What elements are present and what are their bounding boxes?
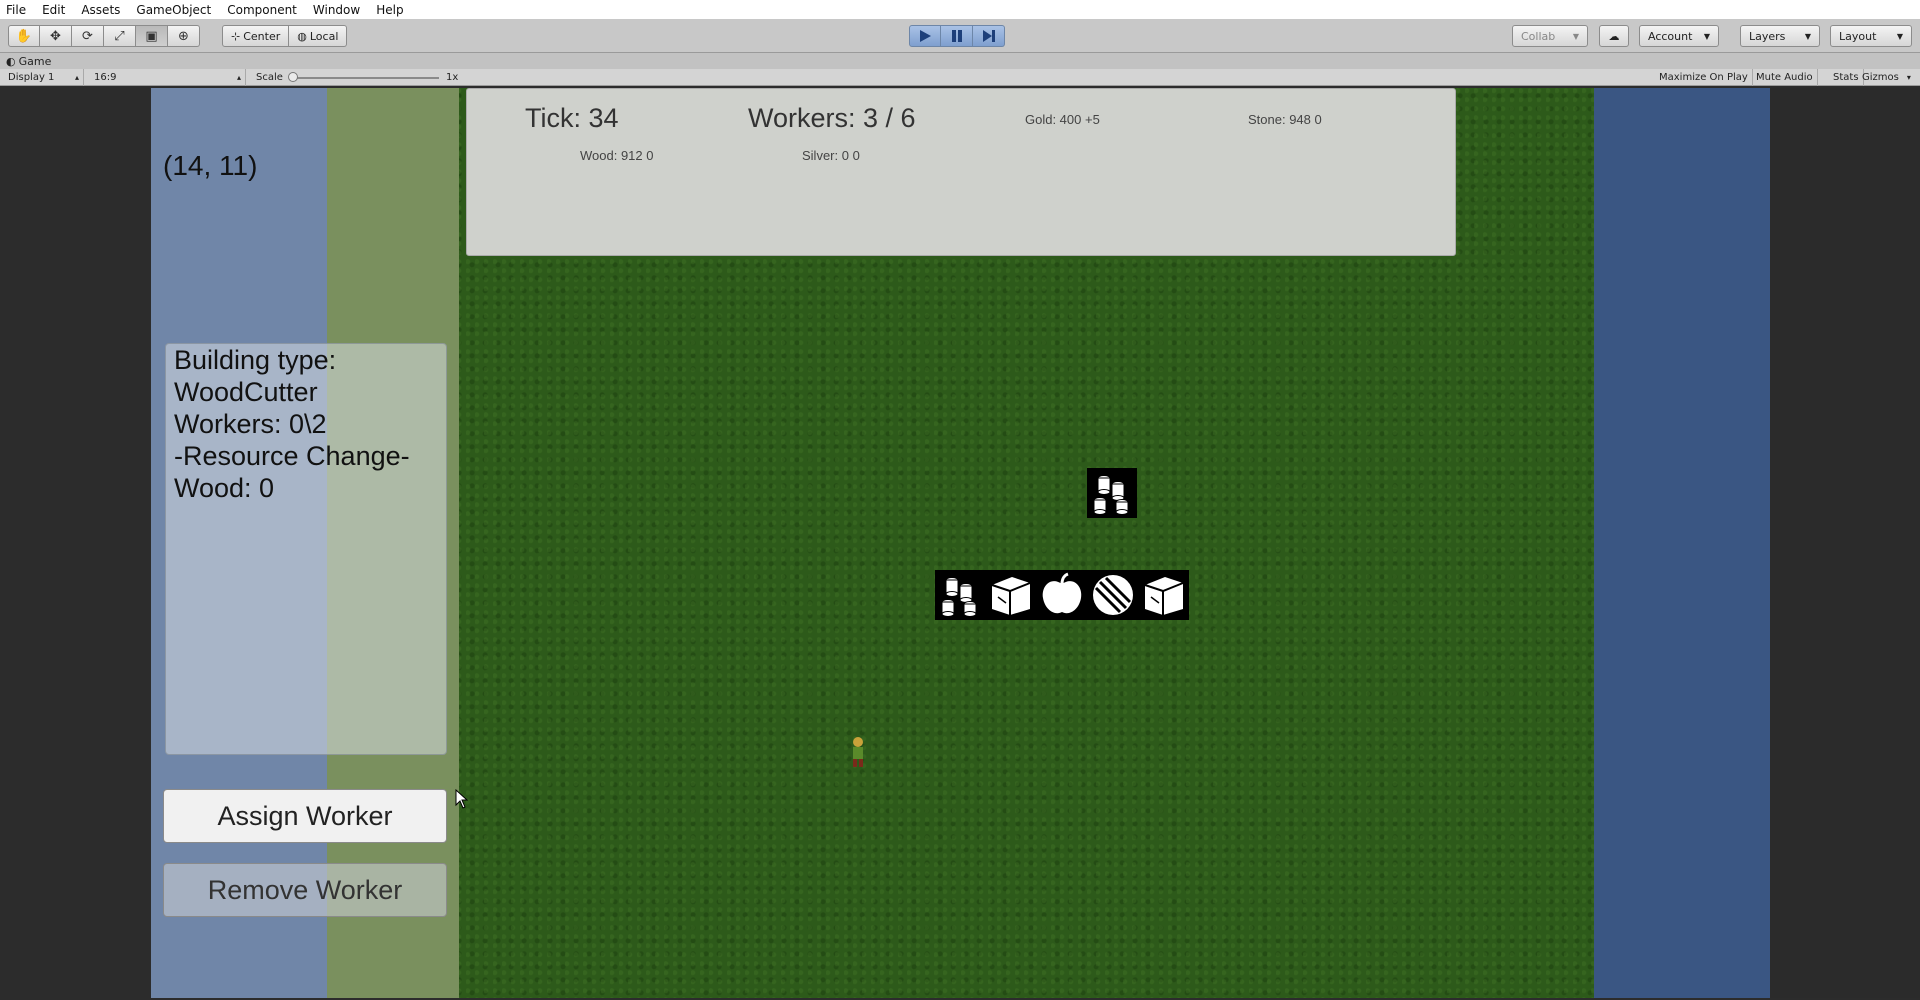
info-line: Wood: 0 <box>174 473 275 503</box>
info-line: WoodCutter <box>174 377 318 407</box>
gizmos-dropdown[interactable]: Gizmos ▾ <box>1858 69 1915 86</box>
account-label: Account <box>1648 29 1693 43</box>
menu-help[interactable]: Help <box>376 3 403 17</box>
menu-component[interactable]: Component <box>227 3 297 17</box>
game-view-toolbar: Display 1 ▴ 16:9 ▴ Scale 1x Maximize On Pl… <box>0 69 1920 86</box>
viewport-margin-right <box>1770 88 1920 998</box>
main-toolbar: ✋ ✥ ⟳ ⤢ ▣ ⊕ ⊹ Center ◍ Local Collab ▼ ☁ Acc… <box>0 19 1920 53</box>
mouse-cursor-icon <box>455 789 469 809</box>
resource-hud: Tick: 34 Workers: 3 / 6 Gold: 400 +5 Sto… <box>466 88 1456 256</box>
layers-dropdown[interactable]: Layers ▼ <box>1740 25 1820 47</box>
chevron-down-icon: ▼ <box>1572 31 1579 41</box>
chevron-down-icon: ▴ <box>74 73 79 82</box>
building-info-panel: Building type: WoodCutter Workers: 0\2 -… <box>165 343 447 755</box>
aspect-dropdown[interactable]: 16:9 ▴ <box>90 69 246 86</box>
game-tab-icon: ◐ <box>6 54 16 68</box>
coins-icon <box>1093 475 1129 515</box>
water-right <box>1594 88 1770 998</box>
play-button[interactable] <box>909 25 941 47</box>
workers-counter: Workers: 3 / 6 <box>748 103 916 133</box>
resource-slot[interactable] <box>937 572 983 618</box>
collab-dropdown[interactable]: Collab ▼ <box>1512 25 1588 47</box>
pivot-center-button[interactable]: ⊹ Center <box>222 25 290 47</box>
ore-icon <box>1092 575 1133 615</box>
transform-tools: ✋ ✥ ⟳ ⤢ ▣ ⊕ <box>8 25 200 47</box>
display-label: Display 1 <box>8 72 55 83</box>
pivot-local-icon: ◍ <box>297 29 307 43</box>
menu-window[interactable]: Window <box>313 3 360 17</box>
cloud-button[interactable]: ☁ <box>1599 25 1629 47</box>
mute-audio-toggle[interactable]: Mute Audio <box>1752 69 1818 86</box>
scale-label: Scale <box>256 72 283 83</box>
resource-slot[interactable] <box>988 572 1034 618</box>
pivot-toggles: ⊹ Center ◍ Local <box>222 25 348 47</box>
building-resource-marker[interactable] <box>1087 468 1137 518</box>
chevron-down-icon: ▼ <box>1896 31 1903 41</box>
tile-coordinate: (14, 11) <box>163 150 258 181</box>
silver-counter: Silver: 0 0 <box>802 148 860 163</box>
gold-counter: Gold: 400 +5 <box>1025 112 1100 127</box>
info-line: Building type: <box>174 345 337 375</box>
rotate-tool-icon[interactable]: ⟳ <box>72 25 104 47</box>
worker-sprite[interactable] <box>848 735 868 771</box>
apple-icon <box>1042 572 1082 614</box>
info-line: -Resource Change- <box>174 441 410 471</box>
resource-slot[interactable] <box>1090 572 1136 618</box>
cloud-icon: ☁ <box>1608 29 1620 43</box>
info-line: Workers: 0\2 <box>174 409 327 439</box>
tick-counter: Tick: 34 <box>525 103 619 133</box>
transform-tool-icon[interactable]: ⊕ <box>168 25 200 47</box>
scale-tool-icon[interactable]: ⤢ <box>104 25 136 47</box>
scale-slider-handle[interactable] <box>288 72 298 82</box>
game-tab[interactable]: ◐ Game <box>0 53 1920 69</box>
crate-icon <box>1144 577 1183 615</box>
scale-value: 1x <box>446 72 459 83</box>
aspect-label: 16:9 <box>94 72 117 83</box>
layout-dropdown[interactable]: Layout ▼ <box>1830 25 1912 47</box>
assign-worker-button[interactable]: Assign Worker <box>163 789 447 843</box>
layout-label: Layout <box>1839 29 1877 43</box>
resource-icon-row[interactable] <box>935 570 1189 620</box>
resource-slot[interactable] <box>1141 572 1187 618</box>
game-tab-title: Game <box>18 54 52 68</box>
chevron-down-icon: ▼ <box>1804 31 1811 41</box>
crate-icon <box>991 577 1031 615</box>
menu-assets[interactable]: Assets <box>81 3 120 17</box>
chevron-down-icon: ▾ <box>1906 73 1911 82</box>
pause-button[interactable] <box>941 25 973 47</box>
pivot-local-label: Local <box>309 29 339 43</box>
gizmos-label: Gizmos <box>1862 72 1899 83</box>
wood-counter: Wood: 912 0 <box>580 148 654 163</box>
stone-counter: Stone: 948 0 <box>1248 112 1322 127</box>
menu-edit[interactable]: Edit <box>42 3 65 17</box>
chevron-down-icon: ▴ <box>236 73 241 82</box>
pivot-center-icon: ⊹ <box>231 29 241 43</box>
menu-bar: File Edit Assets GameObject Component Wi… <box>0 0 1920 19</box>
coins-icon <box>941 577 977 617</box>
scale-slider-track[interactable] <box>293 77 439 79</box>
pause-icon <box>951 30 962 42</box>
pivot-local-button[interactable]: ◍ Local <box>289 25 348 47</box>
play-icon <box>920 30 931 42</box>
account-dropdown[interactable]: Account ▼ <box>1639 25 1719 47</box>
play-controls <box>909 25 1005 47</box>
step-button[interactable] <box>973 25 1005 47</box>
collab-label: Collab <box>1521 29 1556 43</box>
menu-gameobject[interactable]: GameObject <box>136 3 211 17</box>
layers-label: Layers <box>1749 29 1786 43</box>
display-dropdown[interactable]: Display 1 ▴ <box>4 69 84 86</box>
hand-tool-icon[interactable]: ✋ <box>8 25 40 47</box>
resource-slot[interactable] <box>1039 572 1085 618</box>
pivot-center-label: Center <box>243 29 281 43</box>
menu-file[interactable]: File <box>6 3 26 17</box>
remove-worker-button[interactable]: Remove Worker <box>163 863 447 917</box>
rect-tool-icon[interactable]: ▣ <box>136 25 168 47</box>
move-tool-icon[interactable]: ✥ <box>40 25 72 47</box>
chevron-down-icon: ▼ <box>1703 31 1710 41</box>
maximize-on-play-toggle[interactable]: Maximize On Play <box>1655 69 1753 86</box>
step-icon <box>982 30 995 42</box>
